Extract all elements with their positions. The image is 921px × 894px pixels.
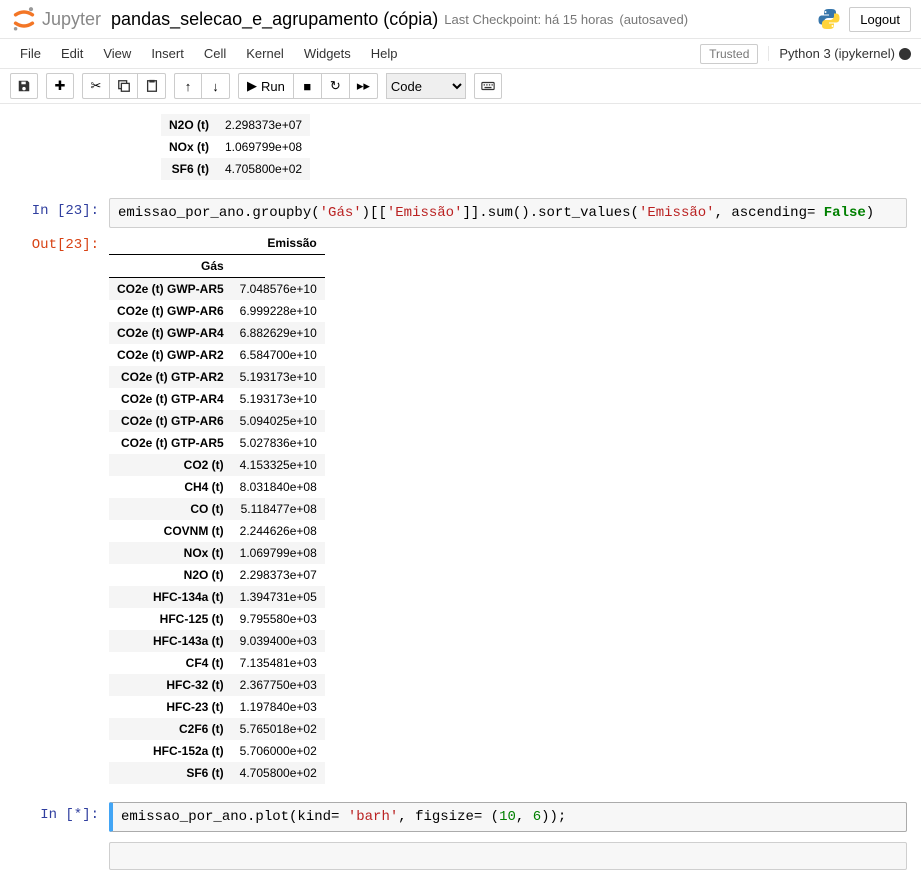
keyboard-icon xyxy=(481,79,495,93)
save-button[interactable] xyxy=(10,73,38,99)
table-row: CO2e (t) GWP-AR57.048576e+10 xyxy=(109,278,325,301)
add-cell-button[interactable]: ✚ xyxy=(46,73,74,99)
table-row: CO (t)5.118477e+08 xyxy=(109,498,325,520)
restart-button[interactable]: ↻ xyxy=(322,73,350,99)
paste-icon xyxy=(145,79,159,93)
notebook-title[interactable]: pandas_selecao_e_agrupamento (cópia) xyxy=(111,9,438,30)
paste-button[interactable] xyxy=(138,73,166,99)
table-row: N2O (t)2.298373e+07 xyxy=(109,564,325,586)
blank-output xyxy=(109,842,907,870)
menu-file[interactable]: File xyxy=(10,42,51,65)
table-row: CH4 (t)8.031840e+08 xyxy=(109,476,325,498)
jupyter-icon xyxy=(10,5,38,33)
stop-button[interactable]: ■ xyxy=(294,73,322,99)
table-row: HFC-125 (t)9.795580e+03 xyxy=(109,608,325,630)
menu-insert[interactable]: Insert xyxy=(141,42,194,65)
table-row: CO2 (t)4.153325e+10 xyxy=(109,454,325,476)
table-row: CO2e (t) GTP-AR55.027836e+10 xyxy=(109,432,325,454)
code-cell-running[interactable]: emissao_por_ano.plot(kind= 'barh', figsi… xyxy=(109,802,907,832)
run-label: Run xyxy=(261,79,285,94)
run-button[interactable]: ▶ Run xyxy=(238,73,294,99)
toolbar: ✚ ✂ ↑ ↓ ▶ Run ■ ↻ ▸▸ Code xyxy=(0,69,921,104)
kernel-label[interactable]: Python 3 (ipykernel) xyxy=(768,46,911,61)
output-table-23: Emissão Gás CO2e (t) GWP-AR57.048576e+10… xyxy=(109,232,325,784)
save-icon xyxy=(17,79,31,93)
kernel-text: Python 3 (ipykernel) xyxy=(779,46,895,61)
cell-type-select[interactable]: Code xyxy=(386,73,466,99)
restart-icon: ↻ xyxy=(330,78,341,94)
arrow-up-icon: ↑ xyxy=(185,79,192,94)
col-header: Emissão xyxy=(232,232,325,255)
table-row: NOx (t)1.069799e+08 xyxy=(109,542,325,564)
table-row: NOx (t)1.069799e+08 xyxy=(161,136,310,158)
partial-table: N2O (t)2.298373e+07NOx (t)1.069799e+08SF… xyxy=(161,114,310,180)
python-icon xyxy=(817,7,841,31)
code-cell-23[interactable]: emissao_por_ano.groupby('Gás')[['Emissão… xyxy=(109,198,907,228)
table-row: SF6 (t)4.705800e+02 xyxy=(161,158,310,180)
table-row: CO2e (t) GTP-AR45.193173e+10 xyxy=(109,388,325,410)
index-name: Gás xyxy=(109,255,232,278)
cut-icon: ✂ xyxy=(91,78,102,94)
table-row: CO2e (t) GWP-AR26.584700e+10 xyxy=(109,344,325,366)
trusted-badge[interactable]: Trusted xyxy=(700,44,758,64)
out-prompt-23: Out[23]: xyxy=(14,232,109,253)
cut-button[interactable]: ✂ xyxy=(82,73,110,99)
restart-run-button[interactable]: ▸▸ xyxy=(350,73,378,99)
copy-button[interactable] xyxy=(110,73,138,99)
table-row: HFC-32 (t)2.367750e+03 xyxy=(109,674,325,696)
play-icon: ▶ xyxy=(247,78,257,94)
table-row: CO2e (t) GTP-AR25.193173e+10 xyxy=(109,366,325,388)
table-row: HFC-134a (t)1.394731e+05 xyxy=(109,586,325,608)
checkpoint-label: Last Checkpoint: há 15 horas xyxy=(444,12,613,27)
table-row: HFC-23 (t)1.197840e+03 xyxy=(109,696,325,718)
table-row: SF6 (t)4.705800e+02 xyxy=(109,762,325,784)
menu-cell[interactable]: Cell xyxy=(194,42,236,65)
autosave-label: (autosaved) xyxy=(619,12,688,27)
table-row: CO2e (t) GWP-AR46.882629e+10 xyxy=(109,322,325,344)
table-row: HFC-152a (t)5.706000e+02 xyxy=(109,740,325,762)
table-row: HFC-143a (t)9.039400e+03 xyxy=(109,630,325,652)
menu-kernel[interactable]: Kernel xyxy=(236,42,294,65)
menu-widgets[interactable]: Widgets xyxy=(294,42,361,65)
table-row: COVNM (t)2.244626e+08 xyxy=(109,520,325,542)
arrow-down-icon: ↓ xyxy=(212,79,219,94)
menu-help[interactable]: Help xyxy=(361,42,408,65)
logout-button[interactable]: Logout xyxy=(849,7,911,32)
stop-icon: ■ xyxy=(303,79,311,94)
logo-text: Jupyter xyxy=(42,9,101,30)
move-up-button[interactable]: ↑ xyxy=(174,73,202,99)
in-prompt-running: In [*]: xyxy=(14,802,109,823)
copy-icon xyxy=(117,79,131,93)
kernel-indicator-icon xyxy=(899,48,911,60)
command-palette-button[interactable] xyxy=(474,73,502,99)
menu-edit[interactable]: Edit xyxy=(51,42,93,65)
table-row: CF4 (t)7.135481e+03 xyxy=(109,652,325,674)
table-row: C2F6 (t)5.765018e+02 xyxy=(109,718,325,740)
move-down-button[interactable]: ↓ xyxy=(202,73,230,99)
fast-forward-icon: ▸▸ xyxy=(357,78,370,94)
plus-icon: ✚ xyxy=(55,78,66,94)
menu-view[interactable]: View xyxy=(93,42,141,65)
table-row: CO2e (t) GWP-AR66.999228e+10 xyxy=(109,300,325,322)
table-row: N2O (t)2.298373e+07 xyxy=(161,114,310,136)
in-prompt-23: In [23]: xyxy=(14,198,109,219)
jupyter-logo[interactable]: Jupyter xyxy=(10,5,101,33)
table-row: CO2e (t) GTP-AR65.094025e+10 xyxy=(109,410,325,432)
